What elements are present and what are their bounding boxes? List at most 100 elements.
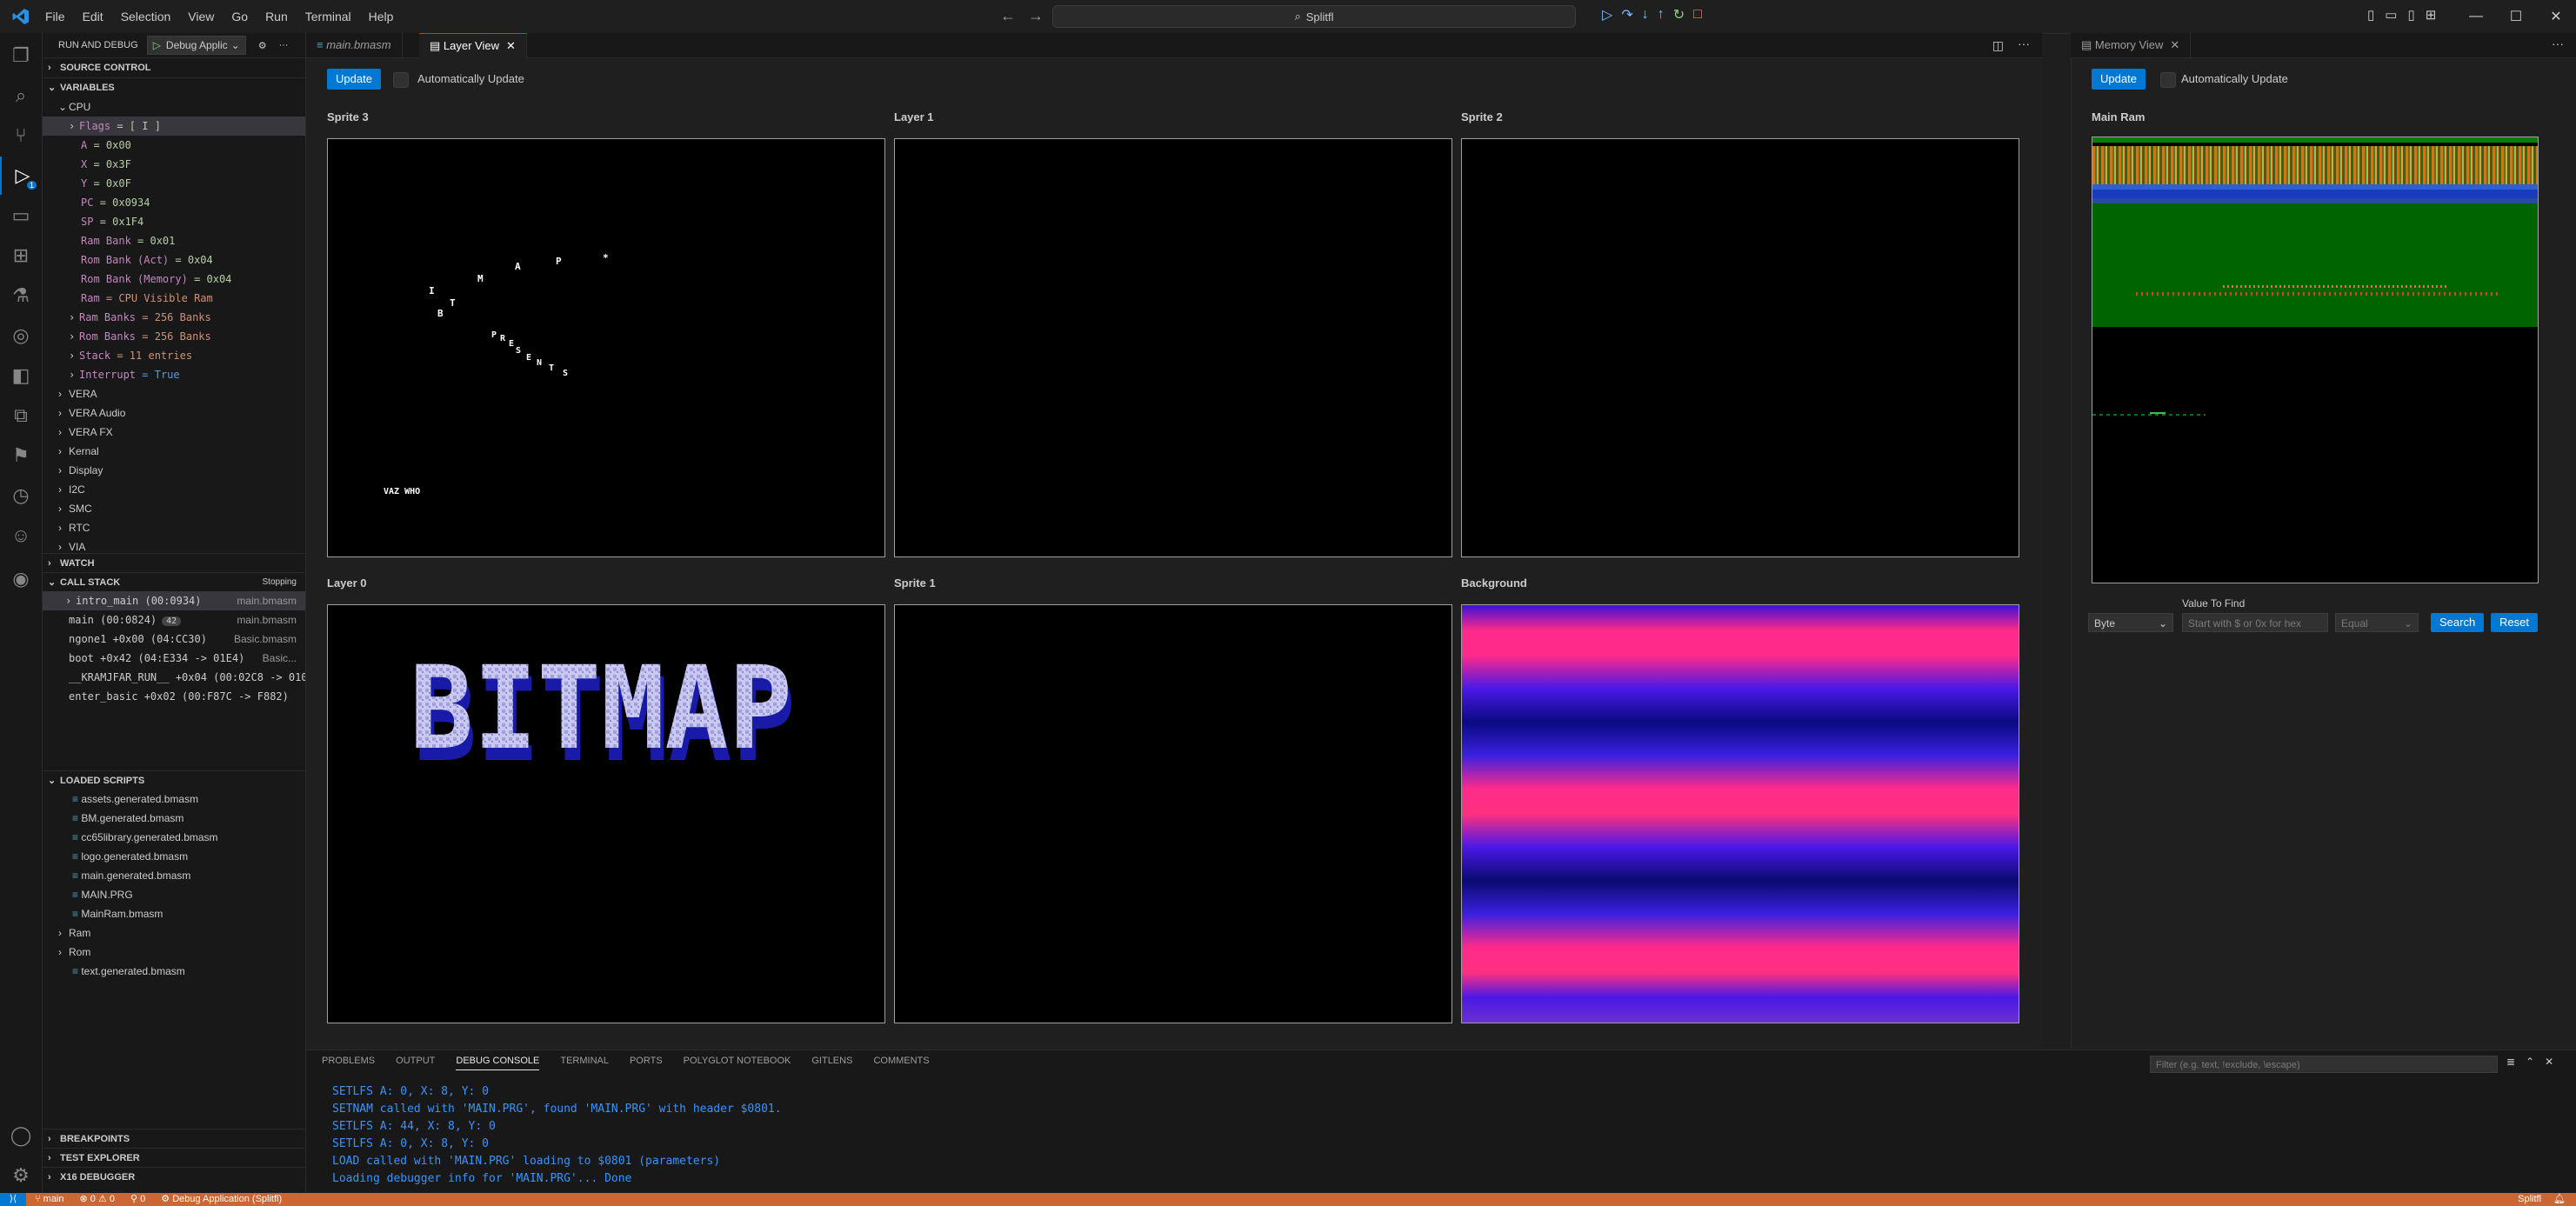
variable-group[interactable]: › Display: [43, 461, 305, 480]
step-over-icon[interactable]: ↷: [1621, 6, 1632, 23]
panel-tab[interactable]: GITLENS: [811, 1056, 852, 1070]
variable-group[interactable]: › VERA Audio: [43, 403, 305, 423]
variable-row[interactable]: › Interrupt = True: [43, 365, 305, 384]
menu-edit[interactable]: Edit: [74, 10, 112, 23]
watch-section[interactable]: › WATCH: [43, 553, 305, 573]
toggle-sidebar-icon[interactable]: ▯: [2367, 7, 2374, 23]
menu-file[interactable]: File: [37, 10, 74, 23]
value-input[interactable]: Start with $ or 0x for hex: [2182, 613, 2328, 632]
clear-console-icon[interactable]: ≣: [2506, 1056, 2515, 1068]
x16-debugger-section[interactable]: › X16 DEBUGGER: [43, 1167, 305, 1187]
memory-update-button[interactable]: Update: [2092, 69, 2146, 90]
loaded-script-item[interactable]: ≡ assets.generated.bmasm: [43, 790, 305, 809]
debug-settings-gear-icon[interactable]: ⚙: [258, 40, 267, 51]
menu-run[interactable]: Run: [257, 10, 297, 23]
variable-group[interactable]: › SMC: [43, 499, 305, 518]
type-select[interactable]: Byte ⌄: [2088, 613, 2173, 632]
menu-go[interactable]: Go: [223, 10, 257, 23]
ports-status[interactable]: ⚲ 0: [130, 1193, 145, 1206]
timeline-icon[interactable]: ◷: [0, 476, 42, 515]
close-panel-icon[interactable]: ✕: [2545, 1056, 2553, 1068]
variable-row[interactable]: A = 0x00: [43, 136, 305, 155]
call-stack-frame[interactable]: boot +0x42 (04:E334 -> 01E4) Basic...: [43, 649, 305, 668]
menu-selection[interactable]: Selection: [112, 10, 180, 23]
close-window-icon[interactable]: ✕: [2536, 8, 2576, 25]
panel-tab[interactable]: OUTPUT: [396, 1056, 435, 1070]
restart-icon[interactable]: ↻: [1673, 6, 1685, 23]
variable-row[interactable]: › Ram Banks = 256 Banks: [43, 308, 305, 327]
customize-layout-icon[interactable]: ⊞: [2426, 7, 2437, 23]
panel-tab[interactable]: COMMENTS: [873, 1056, 929, 1070]
auto-update-checkbox[interactable]: [393, 72, 409, 88]
call-stack-frame[interactable]: main (00:0824) main.bmasm 42: [43, 610, 305, 630]
breakpoints-section[interactable]: › BREAKPOINTS: [43, 1129, 305, 1149]
more-actions-icon[interactable]: ···: [2018, 37, 2030, 50]
loaded-script-item[interactable]: ≡ MainRam.bmasm: [43, 904, 305, 923]
tab-layer-view[interactable]: ▤ Layer View ✕: [419, 33, 527, 58]
loaded-script-item[interactable]: ≡ MAIN.PRG: [43, 885, 305, 904]
variable-row[interactable]: Y = 0x0F: [43, 174, 305, 193]
variable-row[interactable]: Rom Bank (Memory) = 0x04: [43, 270, 305, 289]
close-icon[interactable]: ✕: [506, 39, 516, 52]
loaded-script-item[interactable]: ≡ main.generated.bmasm: [43, 866, 305, 885]
compare-select[interactable]: Equal ⌄: [2335, 613, 2419, 632]
manage-gear-icon[interactable]: ⚙: [0, 1156, 42, 1195]
call-stack-frame[interactable]: __KRAMJFAR_RUN__ +0x04 (00:02C8 -> 010: [43, 668, 305, 687]
variable-group-cpu[interactable]: ⌄ CPU: [43, 97, 305, 117]
run-debug-icon[interactable]: ▷ 1: [0, 157, 43, 195]
menu-terminal[interactable]: Terminal: [297, 10, 360, 23]
variable-row[interactable]: › Stack = 11 entries: [43, 346, 305, 365]
menu-view[interactable]: View: [179, 10, 223, 23]
loaded-script-folder[interactable]: › Rom: [43, 943, 305, 962]
loaded-scripts-section[interactable]: ⌄ LOADED SCRIPTS: [43, 770, 305, 790]
maximize-icon[interactable]: ☐: [2496, 8, 2536, 25]
panel-tab[interactable]: POLYGLOT NOTEBOOK: [684, 1056, 791, 1070]
branch-status[interactable]: ⑂ main: [35, 1193, 64, 1206]
maximize-panel-icon[interactable]: ⌃: [2526, 1056, 2534, 1068]
notifications-icon[interactable]: 🔔︎: [2553, 1193, 2566, 1206]
test-explorer-section[interactable]: › TEST EXPLORER: [43, 1148, 305, 1168]
search-icon[interactable]: ⌕: [0, 77, 42, 115]
menu-help[interactable]: Help: [360, 10, 403, 23]
reset-button[interactable]: Reset: [2491, 613, 2538, 632]
github-icon[interactable]: ◉: [0, 560, 42, 598]
variable-group[interactable]: › VERA: [43, 384, 305, 403]
containers-icon[interactable]: ◧: [0, 356, 42, 395]
variable-group[interactable]: › Kernal: [43, 442, 305, 461]
variables-section[interactable]: ⌄ VARIABLES: [43, 77, 305, 97]
remote-explorer-icon[interactable]: ▭: [0, 197, 42, 235]
remote-indicator-icon[interactable]: ⟩⟨: [0, 1193, 26, 1206]
extensions-icon[interactable]: ⊞: [0, 237, 42, 275]
panel-tab[interactable]: PORTS: [630, 1056, 663, 1070]
debug-config-select[interactable]: ▷ Debug Applic ⌄: [146, 36, 246, 55]
toggle-secondary-sidebar-icon[interactable]: ▯: [2407, 7, 2414, 23]
stop-icon[interactable]: □: [1693, 7, 1702, 23]
call-stack-frame[interactable]: › intro_main (00:0934) main.bmasm: [43, 591, 305, 610]
minimize-icon[interactable]: —: [2456, 9, 2496, 24]
variable-row[interactable]: Ram = CPU Visible Ram: [43, 289, 305, 308]
continue-icon[interactable]: ▷: [1602, 6, 1612, 23]
loaded-script-item[interactable]: ≡ text.generated.bmasm: [43, 962, 305, 981]
gitlens-icon[interactable]: ◎: [0, 316, 42, 355]
variable-group[interactable]: › VERA FX: [43, 423, 305, 442]
bookmarks-icon[interactable]: ⚑: [0, 436, 42, 475]
panel-tab[interactable]: PROBLEMS: [322, 1056, 375, 1070]
forward-arrow-icon[interactable]: →: [1028, 7, 1044, 25]
loaded-script-item[interactable]: ≡ cc65library.generated.bmasm: [43, 828, 305, 847]
step-out-icon[interactable]: ↑: [1658, 7, 1665, 23]
loaded-script-item[interactable]: ≡ BM.generated.bmasm: [43, 809, 305, 828]
close-icon[interactable]: ✕: [2170, 38, 2179, 51]
panel-tab[interactable]: DEBUG CONSOLE: [456, 1056, 540, 1070]
more-actions-icon[interactable]: ···: [279, 40, 289, 50]
loaded-script-item[interactable]: ≡ logo.generated.bmasm: [43, 847, 305, 866]
update-button[interactable]: Update: [327, 69, 381, 90]
copilot-icon[interactable]: ☺: [0, 516, 42, 555]
back-arrow-icon[interactable]: ←: [1000, 7, 1016, 25]
tab-main-bmasm[interactable]: ≡ main.bmasm: [306, 33, 403, 57]
loaded-script-folder[interactable]: › Ram: [43, 923, 305, 943]
tab-memory-view[interactable]: ▤ Memory View ✕: [2071, 33, 2192, 57]
call-stack-frame[interactable]: enter_basic +0x02 (00:F87C -> F882): [43, 687, 305, 706]
console-filter-input[interactable]: Filter (e.g. text, !exclude, \escape): [2150, 1056, 2498, 1073]
variable-row[interactable]: X = 0x3F: [43, 155, 305, 174]
variable-row[interactable]: › Flags = [ I ]: [43, 117, 305, 136]
